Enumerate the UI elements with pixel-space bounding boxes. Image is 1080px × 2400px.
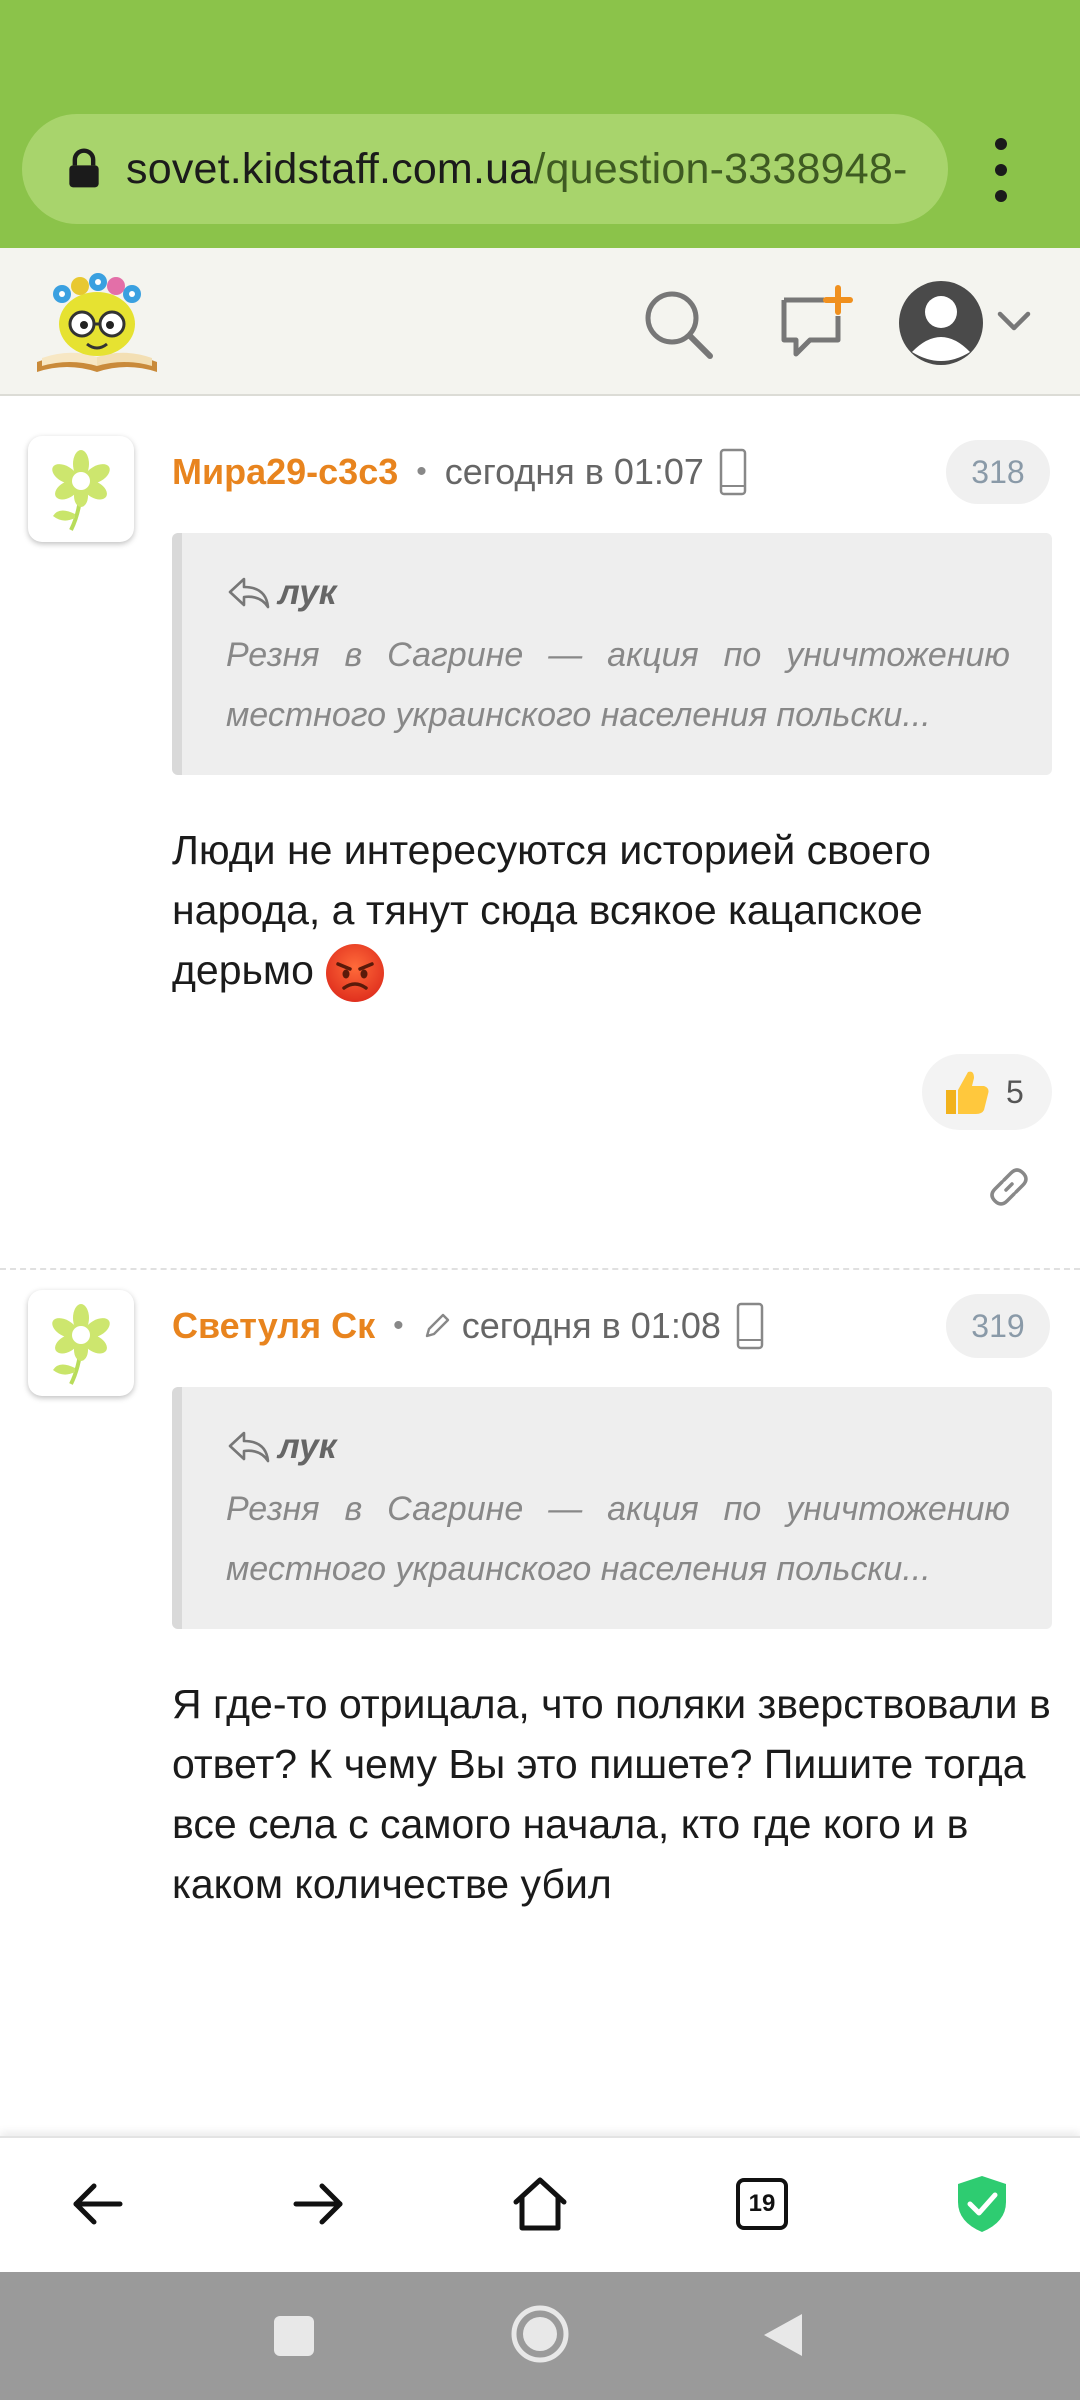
recent-apps-icon[interactable] (274, 2316, 314, 2356)
commenter-avatar[interactable] (28, 1290, 134, 1396)
tabs-button[interactable]: 19 (730, 2172, 794, 2236)
back-arrow-icon[interactable] (66, 2172, 130, 2236)
flower-avatar-icon (52, 450, 110, 531)
chevron-down-icon[interactable] (994, 306, 1034, 336)
quote-author: лук (278, 1427, 337, 1466)
separator-dot: • (393, 1309, 404, 1342)
comments-list: Мира29-с3с3 • сегодня в 01:07 318 лук Ре… (0, 396, 1080, 2136)
user-avatar-icon[interactable] (896, 278, 986, 368)
lock-icon (69, 148, 99, 188)
system-navigation-bar (0, 2272, 1080, 2400)
comment-number-badge[interactable]: 318 (946, 440, 1050, 504)
address-bar[interactable]: sovet.kidstaff.com.ua/question-3338948- (22, 114, 948, 224)
site-logo[interactable] (32, 262, 162, 382)
quoted-comment[interactable]: лук Резня в Сагрине — акция по уничтожен… (172, 1387, 1052, 1629)
tab-count: 19 (736, 2178, 788, 2230)
forward-arrow-icon[interactable] (286, 2172, 350, 2236)
reply-arrow-icon (228, 577, 270, 609)
reply-arrow-icon (228, 1431, 270, 1463)
author-name[interactable]: Мира29-с3с3 (172, 451, 398, 493)
commenter-avatar[interactable] (28, 436, 134, 542)
permalink-icon[interactable] (984, 1162, 1034, 1212)
comment-text: Я где-то отрицала, что поляки зверствова… (172, 1681, 1051, 1907)
menu-kebab-icon[interactable] (986, 138, 1016, 202)
quote-text: Резня в Сагрине — акция по уничтожению м… (226, 636, 1010, 734)
home-circle-icon[interactable] (510, 2304, 570, 2364)
comment-meta: Мира29-с3с3 • сегодня в 01:07 (172, 442, 748, 502)
mobile-device-icon (719, 448, 747, 496)
back-triangle-icon[interactable] (760, 2310, 806, 2360)
quote-author: лук (278, 573, 337, 612)
comment-divider (0, 1268, 1080, 1270)
flower-avatar-icon (52, 1304, 110, 1385)
reaction-count: 5 (1006, 1073, 1024, 1110)
comment-meta: Светуля Ск • сегодня в 01:08 (172, 1296, 765, 1356)
comment-time: сегодня в 01:08 (461, 1305, 721, 1346)
angry-emoji-icon (325, 944, 384, 1003)
author-name[interactable]: Светуля Ск (172, 1305, 375, 1347)
comment-text: Люди не интересуются историей своего нар… (172, 820, 1052, 1004)
quote-text: Резня в Сагрине — акция по уничтожению м… (226, 1490, 1010, 1588)
reaction-thumbs-up[interactable]: 5 (922, 1054, 1052, 1130)
browser-toolbar: sovet.kidstaff.com.ua/question-3338948- (0, 0, 1080, 248)
edited-pencil-icon (425, 1313, 449, 1338)
comment-time: сегодня в 01:07 (444, 451, 704, 492)
url-text: sovet.kidstaff.com.ua/question-3338948- (126, 144, 908, 193)
mobile-device-icon (736, 1302, 764, 1350)
thumbs-up-icon (946, 1071, 989, 1114)
comment-number-badge[interactable]: 319 (946, 1294, 1050, 1358)
quoted-comment[interactable]: лук Резня в Сагрине — акция по уничтожен… (172, 533, 1052, 775)
browser-bottom-toolbar: 19 (0, 2136, 1080, 2274)
search-icon[interactable] (640, 286, 716, 362)
home-icon[interactable] (508, 2172, 572, 2236)
new-message-icon[interactable] (776, 282, 856, 362)
separator-dot: • (416, 455, 427, 488)
site-header (0, 248, 1080, 396)
shield-icon[interactable] (950, 2172, 1014, 2236)
